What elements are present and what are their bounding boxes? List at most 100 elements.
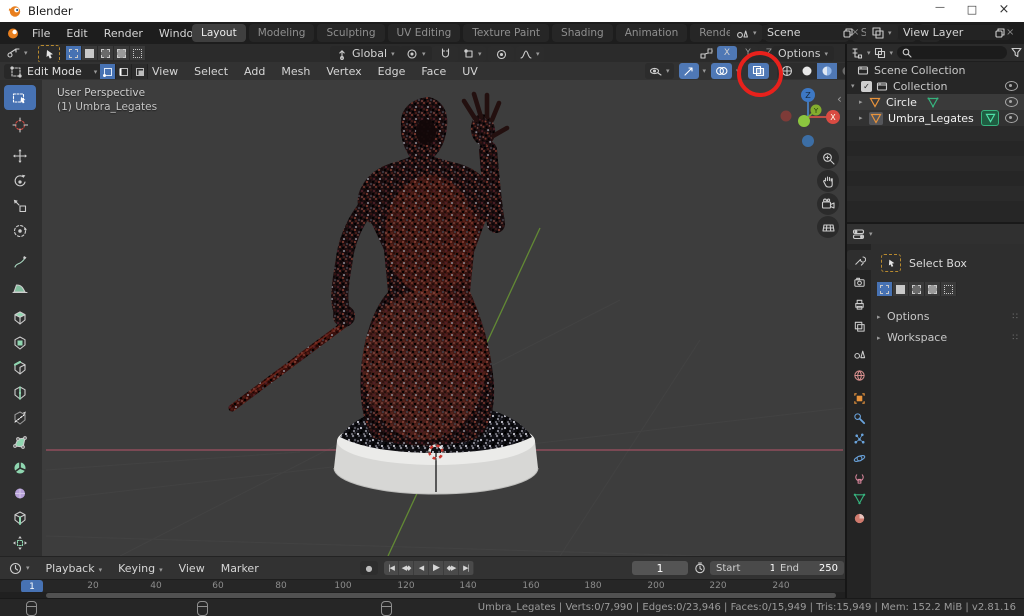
tab-modeling[interactable]: Modeling — [249, 24, 315, 42]
menu-file[interactable]: File — [24, 27, 58, 40]
tool-move-button[interactable] — [4, 143, 36, 168]
shading-material-button[interactable] — [817, 63, 837, 79]
view-layer-type-button[interactable]: ▾ — [866, 25, 898, 40]
menu-marker[interactable]: Marker — [213, 562, 267, 575]
properties-editor-type-button[interactable]: ▾ — [852, 228, 873, 240]
tool-cursor-button[interactable] — [4, 112, 36, 137]
outliner-row-circle[interactable]: ▸ Circle — [847, 94, 1024, 110]
hide-eye-icon[interactable] — [1005, 113, 1018, 123]
tab-particles[interactable] — [847, 428, 871, 448]
tab-physics[interactable] — [847, 448, 871, 468]
scene-field[interactable]: Scene — [762, 25, 858, 40]
tab-sculpting[interactable]: Sculpting — [317, 24, 384, 42]
proportional-editing-button[interactable] — [488, 46, 514, 62]
tool-poly-build-button[interactable] — [4, 430, 36, 455]
maximize-button[interactable]: □ — [957, 3, 987, 16]
view-layer-field[interactable]: View Layer — [898, 25, 1010, 40]
end-frame-field[interactable]: End 250 — [774, 561, 844, 575]
snap-with-dropdown[interactable]: ▾ — [460, 46, 486, 62]
select-extend-button[interactable] — [82, 46, 98, 60]
record-button[interactable]: ● — [360, 561, 378, 575]
jump-end-button[interactable]: ▶| — [459, 561, 474, 575]
camera-view-button[interactable] — [817, 193, 839, 215]
menu-view[interactable]: View — [144, 65, 186, 78]
viewport-3d[interactable]: Z X Y User Perspective (1) Umbra_Legates… — [42, 80, 845, 556]
outliner-editor-type-button[interactable]: ▾ — [851, 47, 871, 59]
menu-playback[interactable]: Playback▾ — [38, 562, 111, 575]
play-reverse-button[interactable]: ◀ — [414, 561, 429, 575]
tool-loop-cut-button[interactable] — [4, 380, 36, 405]
tab-scene[interactable] — [847, 343, 871, 363]
expand-icon[interactable]: ▾ — [851, 82, 861, 90]
tool-smooth-button[interactable] — [4, 480, 36, 505]
use-preview-range-icon[interactable] — [694, 562, 706, 574]
expand-icon[interactable]: ▸ — [859, 98, 869, 106]
chevron-down-icon[interactable]: ▾ — [703, 67, 707, 75]
play-button[interactable]: ▶ — [429, 561, 444, 575]
tool-transform-button[interactable] — [4, 218, 36, 243]
minimize-button[interactable]: — — [925, 2, 955, 13]
current-frame-field[interactable]: 1 — [632, 561, 688, 575]
shading-solid-button[interactable] — [797, 63, 817, 79]
tab-render[interactable] — [847, 272, 871, 292]
falloff-dropdown[interactable]: ▾ — [516, 46, 544, 62]
scene-type-button[interactable]: ▾ — [730, 25, 763, 40]
transform-orientation-dropdown[interactable]: Global ▾ — [330, 46, 401, 61]
tool-measure-button[interactable] — [4, 274, 36, 299]
select-intersect-button[interactable] — [941, 282, 957, 296]
menu-edit[interactable]: Edit — [58, 27, 95, 40]
tool-shrink-fatten-button[interactable] — [4, 530, 36, 555]
snap-toggle-button[interactable] — [432, 46, 458, 62]
scene-unlink-icon[interactable]: × — [851, 27, 859, 38]
select-intersect-button[interactable] — [130, 46, 146, 60]
tab-view-layer[interactable] — [847, 316, 871, 336]
tool-spin-button[interactable] — [4, 455, 36, 480]
select-set-button[interactable] — [66, 46, 82, 60]
timeline-editor-type-button[interactable]: ▾ — [5, 560, 34, 576]
select-subtract-button[interactable] — [98, 46, 114, 60]
drag-handle-icon[interactable]: ∷ — [1012, 333, 1018, 343]
menu-face[interactable]: Face — [413, 65, 454, 78]
menu-keying[interactable]: Keying▾ — [110, 562, 170, 575]
tab-object-data[interactable] — [847, 488, 871, 508]
orthographic-toggle-button[interactable] — [817, 216, 839, 238]
close-button[interactable]: × — [989, 2, 1019, 17]
vertex-select-button[interactable] — [100, 64, 116, 79]
tool-extrude-region-button[interactable] — [4, 305, 36, 330]
start-frame-field[interactable]: Start 1 — [710, 561, 782, 575]
tab-tool[interactable] — [847, 250, 871, 270]
tab-animation[interactable]: Animation — [616, 24, 688, 42]
menu-edge[interactable]: Edge — [370, 65, 414, 78]
tab-object[interactable] — [847, 388, 871, 408]
mesh-data-badge[interactable] — [981, 110, 999, 126]
zoom-button[interactable] — [817, 147, 839, 169]
tab-constraints[interactable] — [847, 468, 871, 488]
object-visibility-dropdown[interactable]: ▾ — [645, 63, 674, 79]
tool-scale-button[interactable] — [4, 193, 36, 218]
drag-handle-icon[interactable]: ∷ — [1012, 312, 1018, 322]
view-layer-unlink-icon[interactable]: × — [1006, 27, 1014, 38]
outliner-row-umbra-legates[interactable]: ▸ Umbra_Legates — [847, 110, 1024, 126]
menu-uv[interactable]: UV — [454, 65, 486, 78]
overlays-toggle[interactable] — [711, 63, 732, 79]
outliner-display-mode-button[interactable]: ▾ — [874, 47, 894, 59]
mirror-x-button[interactable]: X — [717, 46, 737, 60]
tool-select-box-button[interactable] — [4, 85, 36, 110]
pivot-point-dropdown[interactable]: ▾ — [400, 46, 432, 61]
sidebar-collapse-icon[interactable]: ‹ — [837, 92, 842, 106]
edge-select-button[interactable] — [116, 64, 132, 79]
expand-icon[interactable]: ▸ — [859, 114, 869, 122]
tool-annotate-button[interactable] — [4, 249, 36, 274]
section-workspace[interactable]: ▸ Workspace ∷ — [877, 331, 1024, 344]
editor-type-button[interactable]: ▾ — [6, 46, 28, 59]
menu-add[interactable]: Add — [236, 65, 273, 78]
tab-world[interactable] — [847, 365, 871, 385]
select-extend-button[interactable] — [893, 282, 909, 296]
active-tool-button[interactable] — [38, 45, 60, 63]
jump-start-button[interactable]: |◀ — [384, 561, 399, 575]
menu-select[interactable]: Select — [186, 65, 236, 78]
menu-mesh[interactable]: Mesh — [273, 65, 318, 78]
menu-tl-view[interactable]: View — [171, 562, 213, 575]
filter-icon[interactable] — [1011, 47, 1022, 58]
hide-eye-icon[interactable] — [1005, 97, 1018, 107]
